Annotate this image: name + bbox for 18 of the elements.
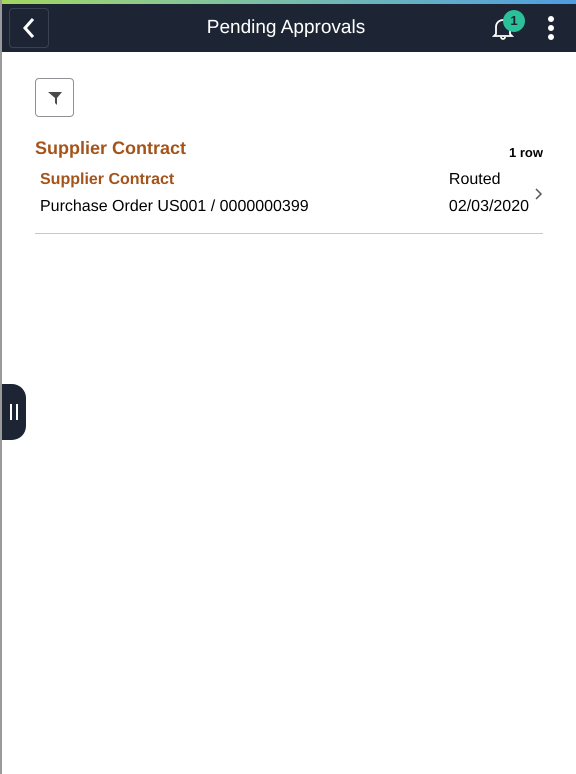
notification-badge: 1 xyxy=(503,10,525,32)
row-count: 1 row xyxy=(509,144,543,162)
pause-bars-icon xyxy=(10,404,18,420)
back-button[interactable] xyxy=(9,8,49,48)
row-status: Routed xyxy=(448,170,502,190)
section-title: Supplier Contract xyxy=(35,137,186,160)
page-title: Pending Approvals xyxy=(206,16,366,40)
chevron-right-icon xyxy=(535,188,543,200)
row-description: Purchase Order US001 / 0000000399 xyxy=(40,197,309,217)
back-icon xyxy=(22,17,36,39)
side-panel-handle[interactable] xyxy=(2,384,26,440)
notifications-button[interactable]: 1 xyxy=(483,8,523,48)
more-icon xyxy=(547,16,555,40)
row-date: 02/03/2020 xyxy=(448,197,529,217)
row-title: Supplier Contract xyxy=(40,170,176,190)
filter-button[interactable] xyxy=(35,78,74,117)
approval-row[interactable]: Supplier Contract Purchase Order US001 / 0000000399 Routed 02/03/2020 xyxy=(35,162,543,234)
filter-icon xyxy=(46,90,62,106)
